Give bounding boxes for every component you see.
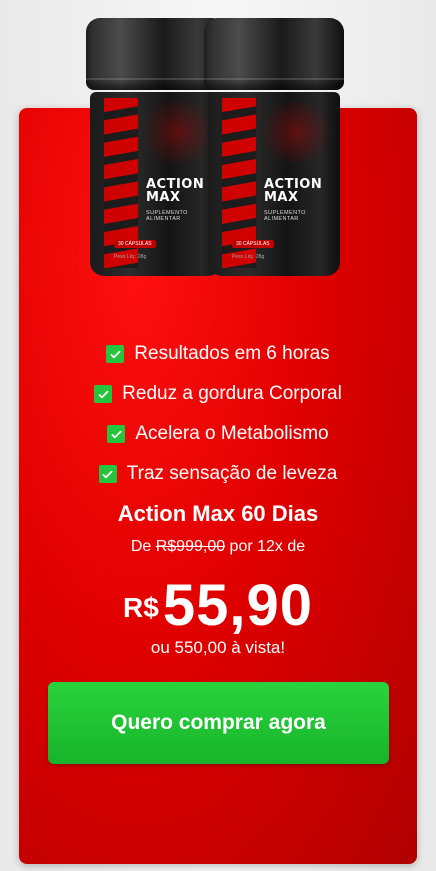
jar-capsules: 30 CÁPSULAS [114,240,156,248]
product-jar-right: ACTION MAX SUPLEMENTO ALIMENTAR 30 CÁPSU… [204,18,344,276]
jar-lid [204,18,344,90]
check-icon [106,345,125,363]
benefit-label: Reduz a gordura Corporal [122,383,342,404]
benefit-label: Acelera o Metabolismo [135,423,329,444]
jar-weight: Peso Líq.: 28g [232,254,265,260]
benefit-item: Traz sensação de leveza [0,454,436,494]
price-from-line: De R$999,00 por 12x de [0,538,436,556]
benefit-label: Resultados em 6 horas [134,343,330,364]
offer-title: Action Max 60 Dias [117,501,319,526]
buy-button[interactable]: Quero comprar agora [48,682,389,764]
check-icon [98,465,117,483]
jar-brand-line2: MAX [146,190,181,205]
jar-brand: ACTION MAX [264,178,322,204]
jar-hex-pattern [256,102,336,162]
check-icon [107,425,126,443]
benefit-item: Reduz a gordura Corporal [0,374,436,414]
cash-price: ou 550,00 à vista! [150,638,286,657]
installment-value: 55,90 [162,573,313,638]
check-icon [94,385,113,403]
price-from-prefix: De [130,538,156,555]
jar-body: ACTION MAX SUPLEMENTO ALIMENTAR 30 CÁPSU… [208,92,340,276]
jar-capsules: 30 CÁPSULAS [232,240,274,248]
jar-subtitle: SUPLEMENTO ALIMENTAR [146,210,188,222]
benefit-label: Traz sensação de leveza [126,463,338,484]
buy-button-label: Quero comprar agora [111,711,326,734]
jar-body: ACTION MAX SUPLEMENTO ALIMENTAR 30 CÁPSU… [90,92,222,276]
installment-price: R$55,90 [0,572,436,639]
benefit-item: Resultados em 6 horas [0,334,436,374]
product-image: ACTION MAX SUPLEMENTO ALIMENTAR 30 CÁPSU… [0,0,436,290]
jar-brand-line2: MAX [264,190,299,205]
jar-weight: Peso Líq.: 28g [114,254,147,260]
currency-symbol: R$ [123,592,159,623]
jar-brand: ACTION MAX [146,178,204,204]
price-from-suffix: por 12x de [225,538,306,555]
benefits-list: Resultados em 6 horas Reduz a gordura Co… [0,334,436,494]
jar-subtitle: SUPLEMENTO ALIMENTAR [264,210,306,222]
old-price: R$999,00 [155,538,226,555]
benefit-item: Acelera o Metabolismo [0,414,436,454]
